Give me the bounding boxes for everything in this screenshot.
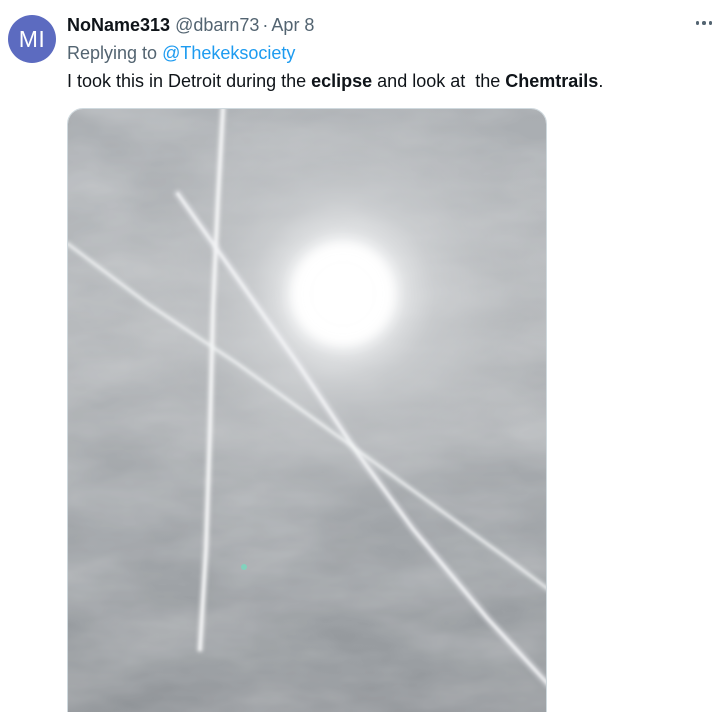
text-bold-chemtrails: Chemtrails (505, 71, 599, 91)
replying-to-label: Replying to (67, 43, 163, 63)
avatar[interactable]: MI (8, 15, 56, 63)
user-handle[interactable]: @dbarn73 (175, 15, 259, 35)
more-options-button[interactable] (693, 12, 715, 34)
tweet-photo[interactable] (67, 108, 547, 712)
tweet-text: I took this in Detroit during the eclips… (67, 69, 603, 93)
separator-dot: · (262, 15, 269, 35)
text-segment: . (598, 71, 604, 91)
text-segment: and look at the (372, 71, 506, 91)
replying-to: Replying to @Thekeksociety (67, 41, 295, 65)
more-horizontal-icon (695, 21, 700, 25)
display-name[interactable]: NoName313 (67, 15, 170, 35)
text-bold-eclipse: eclipse (311, 71, 373, 91)
text-segment: I took this in Detroit during the (67, 71, 312, 91)
mention-link[interactable]: @Thekeksociety (162, 43, 295, 63)
tweet-header: NoName313 @dbarn73 · Apr 8 (67, 13, 314, 37)
tweet-date[interactable]: Apr 8 (271, 15, 314, 35)
sky-photo (68, 109, 546, 712)
tweet[interactable]: MI NoName313 @dbarn73 · Apr 8 Replying to … (0, 0, 727, 712)
